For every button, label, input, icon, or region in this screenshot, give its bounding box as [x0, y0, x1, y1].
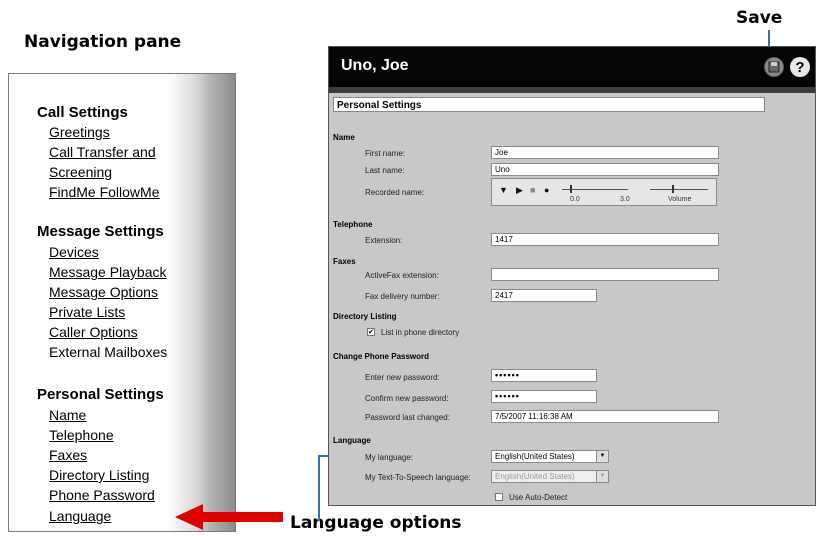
confirm-password-field[interactable]: ••••••: [491, 390, 597, 403]
nav-item-findme-followme[interactable]: FindMe FollowMe: [49, 184, 159, 200]
section-telephone: Telephone: [333, 220, 373, 229]
nav-item-name[interactable]: Name: [49, 407, 86, 423]
nav-item-call-transfer[interactable]: Call Transfer and: [49, 144, 156, 160]
nav-section-personal-settings: Personal Settings: [37, 386, 164, 403]
volume-slider-thumb[interactable]: [672, 185, 674, 193]
language-leader-line: [318, 455, 320, 521]
nav-item-faxes[interactable]: Faxes: [49, 447, 87, 463]
fax-delivery-label: Fax delivery number:: [365, 292, 440, 301]
password-changed-label: Password last changed:: [365, 413, 450, 422]
panel-title: Personal Settings: [333, 97, 765, 112]
fax-delivery-field[interactable]: 2417: [491, 289, 597, 302]
dropdown-icon[interactable]: ▼: [499, 185, 508, 195]
chevron-down-icon[interactable]: ▼: [596, 451, 608, 462]
section-change-password: Change Phone Password: [333, 352, 430, 361]
nav-item-devices[interactable]: Devices: [49, 244, 99, 260]
list-in-directory-label: List in phone directory: [381, 328, 460, 337]
activefax-label: ActiveFax extension:: [365, 271, 439, 280]
app-window: Uno, Joe ? Personal Settings Name First …: [328, 46, 816, 506]
help-icon[interactable]: ?: [790, 57, 810, 77]
extension-field[interactable]: 1417: [491, 233, 719, 246]
user-title: Uno, Joe: [341, 57, 409, 74]
new-password-label: Enter new password:: [365, 373, 440, 382]
record-icon[interactable]: ●: [544, 185, 549, 195]
first-name-field[interactable]: Joe: [491, 146, 719, 159]
activefax-field[interactable]: [491, 268, 719, 281]
nav-item-message-playback[interactable]: Message Playback: [49, 264, 167, 280]
volume-label: Volume: [668, 196, 692, 203]
nav-item-external-mailboxes[interactable]: External Mailboxes: [49, 344, 167, 360]
nav-item-greetings[interactable]: Greetings: [49, 124, 110, 140]
auto-detect-checkbox: [495, 493, 503, 501]
first-name-label: First name:: [365, 149, 406, 158]
tts-language-select: English(United States) ▼: [491, 470, 609, 483]
nav-item-private-lists[interactable]: Private Lists: [49, 304, 125, 320]
nav-item-phone-password[interactable]: Phone Password: [49, 487, 155, 503]
password-changed-value: 7/5/2007 11:16:38 AM: [491, 410, 719, 423]
nav-item-message-options[interactable]: Message Options: [49, 284, 158, 300]
section-faxes: Faxes: [333, 257, 356, 266]
confirm-password-label: Confirm new password:: [365, 394, 449, 403]
last-name-field[interactable]: Uno: [491, 163, 719, 176]
auto-detect-label: Use Auto-Detect: [509, 493, 568, 502]
volume-slider[interactable]: [650, 189, 708, 190]
section-name: Name: [333, 133, 355, 142]
position-slider-thumb[interactable]: [570, 185, 572, 193]
position-end-label: 3.0: [620, 196, 630, 203]
tts-language-value: English(United States): [495, 472, 575, 481]
my-language-value: English(United States): [495, 452, 575, 461]
navigation-pane: Call Settings Greetings Call Transfer an…: [8, 73, 236, 532]
list-in-directory-checkbox[interactable]: ✔: [367, 328, 375, 336]
stop-icon[interactable]: ■: [530, 185, 535, 195]
section-language: Language: [333, 436, 371, 445]
nav-item-language[interactable]: Language: [49, 508, 111, 524]
recorded-name-player: ▼ ▶ ■ ● 0.0 3.0 Volume: [491, 178, 717, 206]
chevron-down-icon: ▼: [596, 471, 608, 482]
header-strip: [329, 87, 815, 93]
extension-label: Extension:: [365, 236, 403, 245]
nav-item-directory-listing[interactable]: Directory Listing: [49, 467, 149, 483]
navigation-pane-caption: Navigation pane: [24, 32, 182, 52]
recorded-name-label: Recorded name:: [365, 188, 425, 197]
save-icon[interactable]: [764, 57, 784, 77]
nav-item-call-transfer-screening[interactable]: Screening: [49, 164, 112, 180]
app-header: Uno, Joe ?: [329, 47, 815, 87]
nav-section-message-settings: Message Settings: [37, 223, 164, 240]
play-icon[interactable]: ▶: [516, 185, 523, 196]
language-options-caption: Language options: [290, 513, 462, 533]
nav-section-call-settings: Call Settings: [37, 104, 128, 121]
my-language-label: My language:: [365, 453, 414, 462]
last-name-label: Last name:: [365, 166, 405, 175]
new-password-field[interactable]: ••••••: [491, 369, 597, 382]
red-arrow-icon: [175, 504, 283, 530]
save-caption: Save: [736, 8, 783, 28]
nav-item-telephone[interactable]: Telephone: [49, 427, 114, 443]
section-directory-listing: Directory Listing: [333, 312, 397, 321]
nav-item-caller-options[interactable]: Caller Options: [49, 324, 138, 340]
my-language-select[interactable]: English(United States) ▼: [491, 450, 609, 463]
tts-language-label: My Text-To-Speech language:: [365, 473, 471, 482]
position-start-label: 0.0: [570, 196, 580, 203]
